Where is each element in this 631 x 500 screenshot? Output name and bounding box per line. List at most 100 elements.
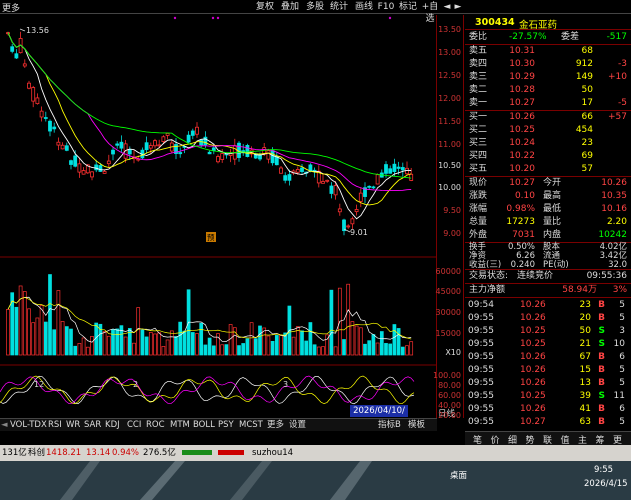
volume-bar (363, 343, 367, 356)
volume-bar (73, 345, 78, 356)
volume-bar (153, 333, 157, 356)
stock-code[interactable]: 300434 (475, 17, 515, 28)
volume-bar (43, 321, 48, 356)
volume-bar (346, 283, 351, 356)
candle (375, 174, 380, 185)
candle (22, 63, 27, 67)
volume-bar (169, 330, 174, 356)
draw-line-button[interactable]: 画线 (352, 1, 376, 13)
clock-date[interactable]: 2026/4/15 (584, 479, 628, 489)
volume-tick: 30000 (435, 308, 461, 317)
more-menu[interactable]: 更多 (2, 1, 20, 14)
prev-icon[interactable]: ◄ (442, 1, 452, 13)
fuquan-button[interactable]: 复权 (253, 1, 277, 13)
price-tick: 11.50 (438, 117, 461, 126)
candle (14, 53, 19, 59)
overlay-button[interactable]: 叠加 (278, 1, 302, 13)
candle (157, 144, 162, 147)
next-icon[interactable]: ► (453, 1, 463, 13)
volume-bar (354, 325, 359, 356)
price-tick: 10.00 (438, 183, 461, 192)
tab-settings[interactable]: 设置 (289, 420, 306, 431)
candle (258, 154, 262, 160)
volume-bar (123, 336, 128, 356)
tab-kdj[interactable]: KDJ (105, 420, 120, 431)
tab-wr[interactable]: WR (66, 420, 80, 431)
candle (60, 144, 65, 150)
add-watchlist-button[interactable]: +自选 (419, 1, 441, 24)
volume-bar (111, 329, 115, 356)
candle (43, 117, 48, 119)
candle (287, 174, 292, 181)
volume-bar (262, 327, 267, 356)
candle (279, 167, 283, 174)
statistics-button[interactable]: 统计 (327, 1, 351, 13)
desktop-label[interactable]: 桌面 (450, 469, 467, 481)
volume-bar (245, 338, 250, 356)
candle (27, 82, 31, 89)
candle (211, 147, 216, 151)
candle (35, 97, 40, 105)
volume-bar (14, 306, 19, 356)
indicator-b-button[interactable]: 指标B (378, 420, 401, 431)
tab-vol-tdx[interactable]: VOL-TDX (10, 420, 47, 431)
candle (98, 165, 103, 172)
ma-line (7, 32, 412, 192)
volume-bar (241, 343, 246, 356)
volume-bar (140, 329, 145, 356)
tab-roc[interactable]: ROC (146, 420, 165, 431)
taskbar: 桌面 9:55 2026/4/15 (0, 461, 631, 500)
volume-unit: X10 (445, 348, 461, 357)
candle (245, 145, 250, 157)
tab-cci[interactable]: CCI (127, 420, 141, 431)
indicator-tabs: ◄ VOL-TDX RSI WR SAR KDJ CCI ROC MTM BOL… (0, 418, 437, 431)
price-tick: 11.00 (438, 140, 461, 149)
indicator-tick: 60.00 (438, 391, 461, 400)
kline-chart-area[interactable]: 13.56 9.01 预 12 2 3 (0, 15, 437, 418)
tab-psy[interactable]: PSY (218, 420, 234, 431)
kline-chart[interactable]: 13.56 9.01 预 12 2 3 (0, 15, 437, 418)
volume-bar (199, 322, 204, 356)
tab-rsi[interactable]: RSI (48, 420, 62, 431)
candle (203, 136, 208, 146)
volume-bar (60, 321, 65, 356)
candle (69, 160, 73, 165)
volume-bar (178, 321, 183, 356)
candle (153, 140, 157, 147)
tab-more[interactable]: 更多 (267, 420, 284, 431)
template-button[interactable]: 模板 (408, 420, 425, 431)
volume-bar (39, 305, 44, 356)
bid-row: 买三 10.24 23 (469, 138, 593, 148)
mark-button[interactable]: 标记 (397, 1, 419, 13)
ma-line (7, 32, 412, 220)
candle (346, 225, 351, 228)
stock-name[interactable]: 金石亚药 (519, 17, 557, 31)
tab-mtm[interactable]: MTM (170, 420, 190, 431)
volume-bar (106, 335, 111, 356)
volume-bar (144, 336, 149, 356)
volume-bar (321, 346, 325, 356)
volume-bar (388, 343, 393, 356)
volume-bar (69, 328, 73, 356)
candle (94, 164, 99, 171)
ma-line (7, 32, 412, 179)
volume-bar (350, 321, 355, 356)
volume-bar (52, 329, 57, 356)
forecast-flag-label: 预 (207, 232, 215, 242)
candle (388, 168, 393, 174)
volume-tick: 60000 (435, 267, 461, 276)
candle (329, 185, 334, 194)
stock-header: 300434 金石亚药 (465, 15, 631, 31)
clock-time[interactable]: 9:55 (594, 465, 613, 475)
tab-boll[interactable]: BOLL (193, 420, 215, 431)
candle (384, 164, 388, 174)
tab-mcst[interactable]: MCST (239, 420, 263, 431)
candle (207, 151, 212, 155)
tab-sar[interactable]: SAR (84, 420, 101, 431)
candle (409, 173, 414, 181)
volume-bar (392, 324, 397, 356)
multi-stock-button[interactable]: 多股 (303, 1, 327, 13)
trade-row: 09:55 10.26 13 B 5 (468, 378, 625, 388)
volume-bar (85, 346, 90, 356)
f10-button[interactable]: F10 (376, 1, 396, 13)
